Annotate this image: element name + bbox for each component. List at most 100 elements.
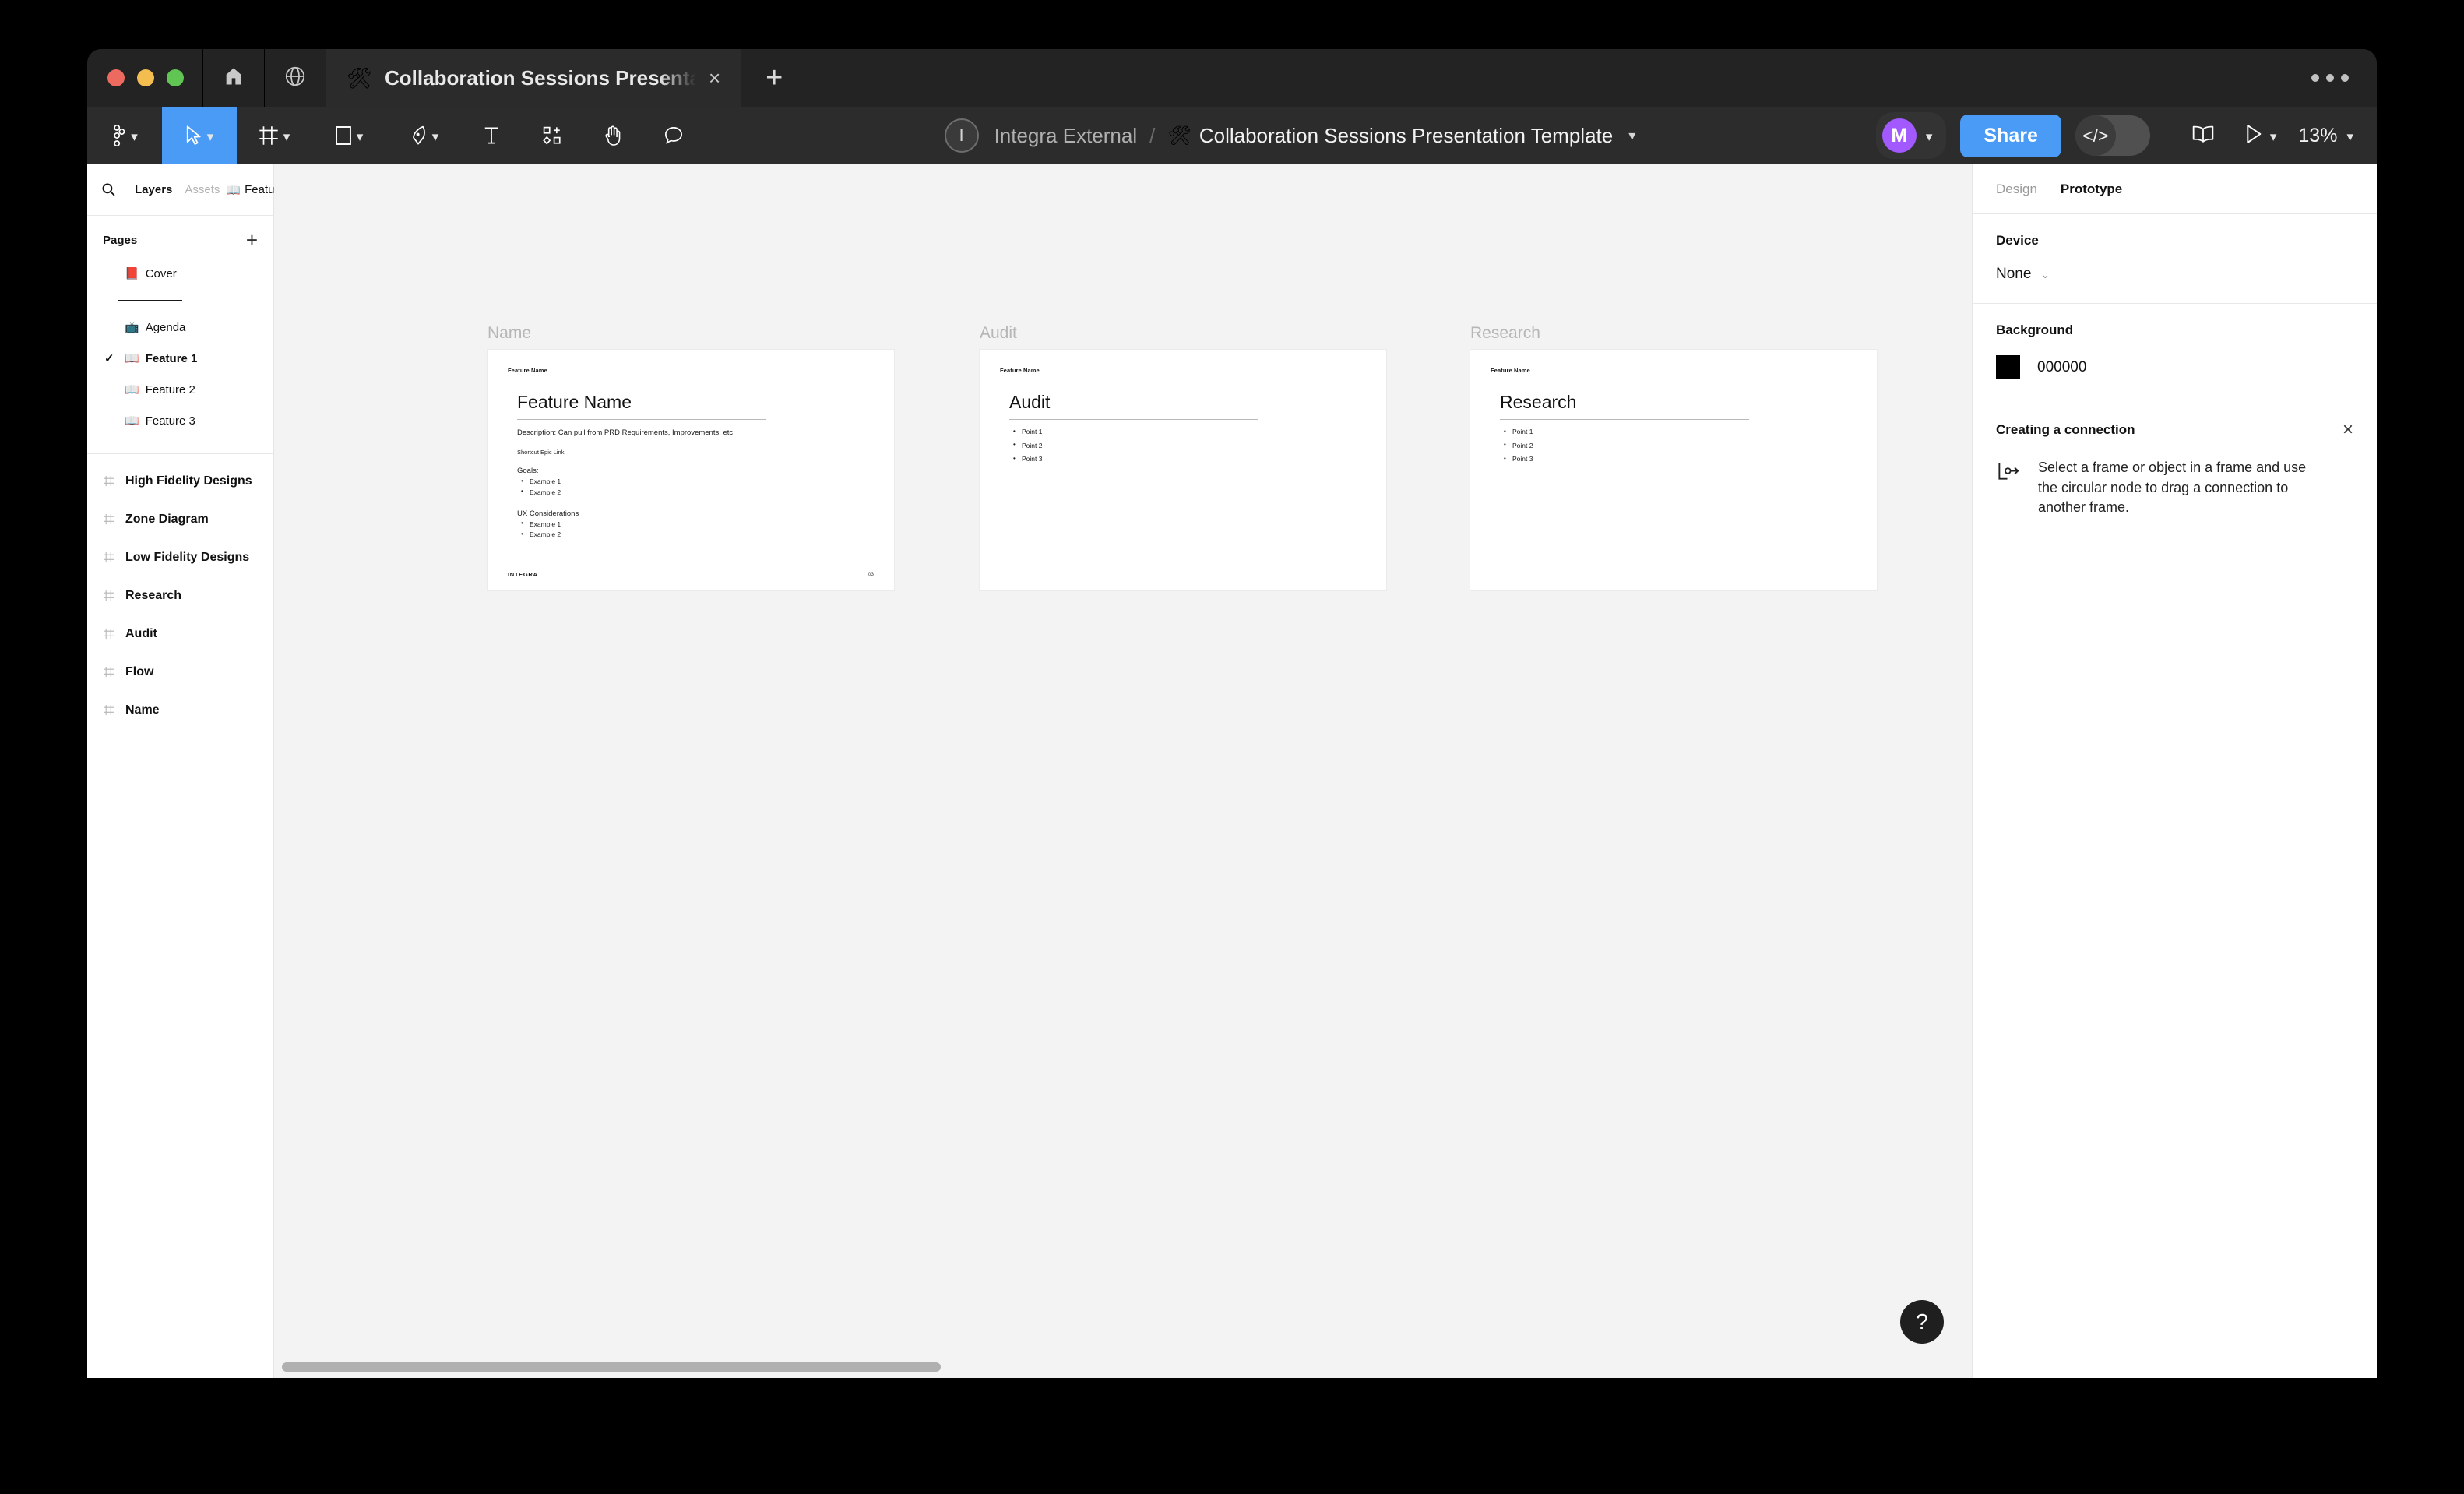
figma-logo-icon <box>111 125 126 146</box>
open-book-emoji-icon: 📖 <box>125 383 139 396</box>
layer-item-audit[interactable]: Audit <box>87 615 273 653</box>
shape-tool-button[interactable]: ▾ <box>312 107 386 164</box>
canvas-frame-research[interactable]: Research Feature Name Research Point 1 P… <box>1470 324 1877 590</box>
horizontal-scrollbar[interactable] <box>274 1356 1972 1378</box>
breadcrumb-team[interactable]: Integra External <box>994 124 1138 148</box>
slide-rule <box>1009 419 1258 421</box>
page-item-agenda[interactable]: 📺 Agenda <box>87 312 273 343</box>
canvas-frame-audit[interactable]: Audit Feature Name Audit Point 1 Point 2… <box>980 324 1386 590</box>
browser-tab-title: Collaboration Sessions Presentation <box>385 65 697 90</box>
layer-item-low-fidelity-designs[interactable]: Low Fidelity Designs <box>87 538 273 576</box>
slide-body: Description: Can pull from PRD Requireme… <box>517 428 874 541</box>
resources-tool-button[interactable] <box>522 107 583 164</box>
team-avatar[interactable]: I <box>944 118 979 153</box>
components-icon <box>542 125 562 146</box>
layer-item-zone-diagram[interactable]: Zone Diagram <box>87 500 273 538</box>
tab-layers[interactable]: Layers <box>128 183 178 196</box>
tip-title: Creating a connection <box>1996 422 2135 437</box>
user-avatar-menu[interactable]: M ▾ <box>1875 112 1947 159</box>
device-select[interactable]: None ⌄ <box>1996 266 2353 283</box>
breadcrumb-file-name[interactable]: Collaboration Sessions Presentation Temp… <box>1199 124 1613 148</box>
list-item: Point 2 <box>1009 439 1366 453</box>
layer-item-high-fidelity-designs[interactable]: High Fidelity Designs <box>87 462 273 500</box>
help-button[interactable]: ? <box>1900 1300 1944 1344</box>
dev-mode-toggle[interactable]: </> <box>2075 115 2150 156</box>
slide-eyebrow: Feature Name <box>1491 367 1530 374</box>
chevron-down-icon[interactable]: ▾ <box>2346 130 2353 143</box>
maximize-window-button[interactable] <box>167 69 184 86</box>
scrollbar-thumb[interactable] <box>282 1362 941 1372</box>
frame-label[interactable]: Research <box>1470 324 1877 343</box>
slide-list-points: Point 1 Point 2 Point 3 <box>1500 425 1857 466</box>
page-check: ✓ <box>104 352 114 365</box>
code-icon: </> <box>2075 115 2116 156</box>
closed-book-emoji-icon: 📕 <box>125 267 139 280</box>
background-section: Background 000000 <box>1973 304 2377 400</box>
share-button[interactable]: Share <box>1960 114 2061 157</box>
zoom-level[interactable]: 13% <box>2298 125 2337 147</box>
slide-research[interactable]: Feature Name Research Point 1 Point 2 Po… <box>1470 350 1877 590</box>
list-item: Example 1 <box>517 477 874 488</box>
tip-section: Creating a connection × Select a frame o… <box>1973 400 2377 534</box>
slide-audit[interactable]: Feature Name Audit Point 1 Point 2 Point… <box>980 350 1386 590</box>
slide-content: Audit Point 1 Point 2 Point 3 <box>1000 392 1366 467</box>
frame-label[interactable]: Audit <box>980 324 1386 343</box>
home-button[interactable] <box>203 49 264 107</box>
chevron-down-icon: ▾ <box>131 129 138 144</box>
more-options-icon[interactable] <box>2283 49 2377 107</box>
tab-design[interactable]: Design <box>1996 181 2037 197</box>
tip-text: Select a frame or object in a frame and … <box>2038 460 2307 516</box>
comment-tool-button[interactable] <box>643 107 704 164</box>
list-item: Point 2 <box>1500 439 1857 453</box>
page-item-feature-2[interactable]: 📖 Feature 2 <box>87 374 273 405</box>
frame-label[interactable]: Name <box>488 324 894 343</box>
minimize-window-button[interactable] <box>137 69 154 86</box>
layers-list: High Fidelity Designs Zone Diagram Low F… <box>87 454 273 737</box>
pen-tool-button[interactable]: ▾ <box>386 107 461 164</box>
hand-tool-button[interactable] <box>583 107 643 164</box>
slide-list-goals: Example 1 Example 2 <box>517 477 874 499</box>
close-icon[interactable]: × <box>2343 421 2353 439</box>
slide-eyebrow: Feature Name <box>508 367 547 374</box>
new-tab-button[interactable]: + <box>741 49 808 107</box>
slide-section-heading-ux: UX Considerations <box>517 509 579 518</box>
cursor-arrow-icon <box>185 125 202 146</box>
library-button[interactable] <box>2177 124 2230 148</box>
design-canvas[interactable]: Name Feature Name Feature Name Descripti… <box>274 164 1972 1378</box>
breadcrumb: I Integra External / 🛠 Collaboration Ses… <box>704 107 1876 164</box>
add-page-button[interactable]: + <box>246 230 258 250</box>
layer-item-name[interactable]: Name <box>87 691 273 729</box>
page-item-feature-3[interactable]: 📖 Feature 3 <box>87 405 273 436</box>
chevron-down-icon[interactable]: ▾ <box>1628 128 1635 144</box>
page-item-cover[interactable]: 📕 Cover <box>87 258 273 289</box>
frame-tool-button[interactable]: ▾ <box>237 107 312 164</box>
layer-item-label: Low Fidelity Designs <box>125 550 250 564</box>
tab-assets[interactable]: Assets <box>178 183 226 196</box>
figma-menu-button[interactable]: ▾ <box>87 107 162 164</box>
pen-icon <box>409 125 428 146</box>
frame-icon <box>103 628 114 640</box>
browse-button[interactable] <box>265 49 326 107</box>
color-hex-value[interactable]: 000000 <box>2037 359 2086 376</box>
browser-tab[interactable]: 🛠 Collaboration Sessions Presentation × <box>326 49 741 107</box>
slide-footer: INTEGRA 03 <box>508 571 874 578</box>
present-button[interactable]: ▾ <box>2230 123 2291 149</box>
page-item-feature-1[interactable]: ✓ 📖 Feature 1 <box>87 343 273 374</box>
page-item-label: Feature 3 <box>145 414 195 428</box>
chevron-down-icon: ▾ <box>283 129 290 144</box>
search-icon[interactable] <box>101 182 116 197</box>
browser-tab-strip: 🛠 Collaboration Sessions Presentation × … <box>87 49 2377 107</box>
text-tool-button[interactable] <box>461 107 522 164</box>
layer-item-research[interactable]: Research <box>87 576 273 615</box>
canvas-frame-name[interactable]: Name Feature Name Feature Name Descripti… <box>488 324 894 590</box>
close-icon[interactable]: × <box>709 68 720 88</box>
background-heading: Background <box>1996 322 2074 337</box>
tab-prototype[interactable]: Prototype <box>2061 181 2122 197</box>
layer-item-flow[interactable]: Flow <box>87 653 273 691</box>
color-swatch[interactable] <box>1996 355 2020 379</box>
slide-name[interactable]: Feature Name Feature Name Description: C… <box>488 350 894 590</box>
layer-item-label: Flow <box>125 664 154 678</box>
close-window-button[interactable] <box>107 69 125 86</box>
layer-item-label: High Fidelity Designs <box>125 474 252 488</box>
move-tool-button[interactable]: ▾ <box>162 107 237 164</box>
